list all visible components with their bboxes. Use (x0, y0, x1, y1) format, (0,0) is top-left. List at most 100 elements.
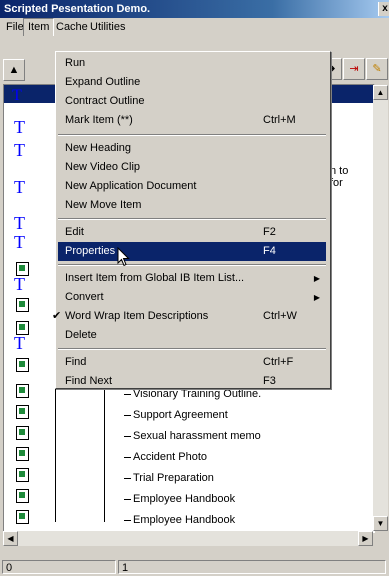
item-label: Employee Handbook (133, 514, 236, 526)
heading-icon[interactable]: T (14, 178, 25, 196)
menu-shortcut: Ctrl+W (263, 310, 297, 322)
menu-item-label: New Move Item (65, 199, 142, 211)
heading-icon[interactable]: T (14, 334, 25, 352)
item-menu-dropdown: Run Expand Outline Contract Outline Mark… (52, 51, 331, 391)
document-item-icon[interactable] (16, 426, 29, 440)
scroll-up-button[interactable]: ▲ (373, 85, 388, 100)
menu-item-find-next[interactable]: Find Next F3 (58, 372, 326, 391)
menu-item-properties[interactable]: Properties F4 (58, 242, 326, 261)
menu-item-label: Delete (65, 329, 97, 341)
scroll-left-button[interactable]: ◀ (3, 531, 18, 546)
menu-item-insert-from-global-list[interactable]: Insert Item from Global IB Item List... ▶ (58, 269, 326, 288)
heading-icon[interactable]: T (14, 118, 25, 136)
menu-item-label: New Video Clip (65, 161, 141, 173)
document-item-icon[interactable] (16, 384, 29, 398)
heading-icon: T (12, 87, 22, 104)
menu-item-new-heading[interactable]: New Heading (58, 139, 326, 158)
document-item-icon[interactable] (16, 510, 29, 524)
submenu-arrow-icon: ▶ (313, 293, 320, 302)
list-item[interactable]: Sexual harassment memo (124, 429, 261, 443)
menu-item-label: Convert (65, 291, 104, 303)
item-label: Trial Preparation (133, 472, 214, 484)
vertical-scrollbar[interactable]: ▲ ▼ (373, 85, 388, 531)
menu-item[interactable]: Item (23, 18, 55, 38)
item-description: for (330, 177, 343, 189)
export-button[interactable]: ⇥ (343, 58, 365, 80)
tree-connector (124, 498, 131, 500)
list-item[interactable]: Employee Handbook (124, 513, 235, 527)
menu-utilities[interactable]: Utilities (86, 18, 129, 36)
list-item[interactable]: Support Agreement (124, 408, 228, 422)
scroll-down-button[interactable]: ▼ (373, 516, 388, 531)
menu-item-expand-outline[interactable]: Expand Outline (58, 73, 326, 92)
heading-icon[interactable]: T (14, 141, 25, 159)
tree-line (104, 377, 105, 522)
menu-item-label: Expand Outline (65, 76, 141, 88)
menu-item-label: New Application Document (65, 180, 197, 192)
status-cell-left: 0 (2, 560, 116, 574)
item-label: Employee Handbook (133, 493, 236, 505)
menu-separator (58, 218, 326, 220)
menu-item-edit[interactable]: Edit F2 (58, 223, 326, 242)
status-cell-right: 1 (118, 560, 386, 574)
move-up-button[interactable]: ▲ (3, 59, 25, 81)
menu-item-convert[interactable]: Convert ▶ (58, 288, 326, 307)
triangle-down-icon: ▼ (376, 519, 385, 528)
menu-item-label: Find (65, 356, 87, 368)
checkmark-icon: ✔ (52, 310, 62, 322)
menu-item-label: Properties (65, 245, 116, 257)
close-button[interactable]: x (378, 2, 389, 16)
document-icon: ✎ (372, 63, 382, 75)
document-item-icon[interactable] (16, 298, 29, 312)
menu-item-label: Contract Outline (65, 95, 145, 107)
document-item-icon[interactable] (16, 405, 29, 419)
menu-item-find[interactable]: Find Ctrl+F (58, 353, 326, 372)
tree-connector (124, 393, 131, 395)
heading-icon[interactable]: T (14, 275, 25, 293)
menu-separator (58, 348, 326, 350)
list-item[interactable]: Accident Photo (124, 450, 207, 464)
submenu-arrow-icon: ▶ (313, 274, 320, 283)
menu-item-new-move-item[interactable]: New Move Item (58, 196, 326, 215)
menu-item-delete[interactable]: Delete (58, 326, 326, 345)
item-label: Support Agreement (133, 409, 228, 421)
menu-item-label: Run (65, 57, 86, 69)
menu-item-label: Mark Item (**) (65, 114, 133, 126)
heading-icon[interactable]: T (14, 233, 25, 251)
menu-item-label: Insert Item from Global IB Item List... (65, 272, 245, 284)
menu-item-label: Edit (65, 226, 84, 238)
up-arrow-icon: ▲ (8, 64, 20, 76)
tree-connector (124, 477, 131, 479)
document-item-icon[interactable] (16, 447, 29, 461)
menu-item-new-application-document[interactable]: New Application Document (58, 177, 326, 196)
horizontal-scrollbar[interactable]: ◀ ▶ (3, 531, 373, 546)
document-item-icon[interactable] (16, 358, 29, 372)
list-item[interactable]: Employee Handbook (124, 492, 235, 506)
menu-item-contract-outline[interactable]: Contract Outline (58, 92, 326, 111)
document-button[interactable]: ✎ (366, 58, 388, 80)
menu-separator (58, 134, 326, 136)
menu-shortcut: F3 (263, 375, 276, 387)
menu-item-run[interactable]: Run (58, 54, 326, 73)
menu-shortcut: Ctrl+M (263, 114, 296, 126)
heading-icon[interactable]: T (14, 214, 25, 232)
menu-item-new-video-clip[interactable]: New Video Clip (58, 158, 326, 177)
menu-shortcut: Ctrl+F (263, 356, 294, 368)
list-item[interactable]: Trial Preparation (124, 471, 214, 485)
triangle-left-icon: ◀ (7, 534, 14, 543)
tree-connector (124, 435, 131, 437)
document-item-icon[interactable] (16, 468, 29, 482)
menu-item-label: Find Next (65, 375, 113, 387)
menu-item-word-wrap[interactable]: ✔ Word Wrap Item Descriptions Ctrl+W (52, 307, 326, 326)
menu-item-label: Word Wrap Item Descriptions (65, 310, 209, 322)
triangle-right-icon: ▶ (362, 534, 369, 543)
document-item-icon[interactable] (16, 489, 29, 503)
item-description: n to (330, 165, 349, 177)
menu-shortcut: F4 (263, 245, 276, 257)
item-label: Sexual harassment memo (133, 430, 261, 442)
menu-separator (58, 264, 326, 266)
export-icon: ⇥ (349, 63, 359, 75)
cursor-arrow-icon (117, 246, 130, 267)
menu-item-mark-item[interactable]: Mark Item (**) Ctrl+M (58, 111, 326, 130)
scroll-right-button[interactable]: ▶ (358, 531, 373, 546)
